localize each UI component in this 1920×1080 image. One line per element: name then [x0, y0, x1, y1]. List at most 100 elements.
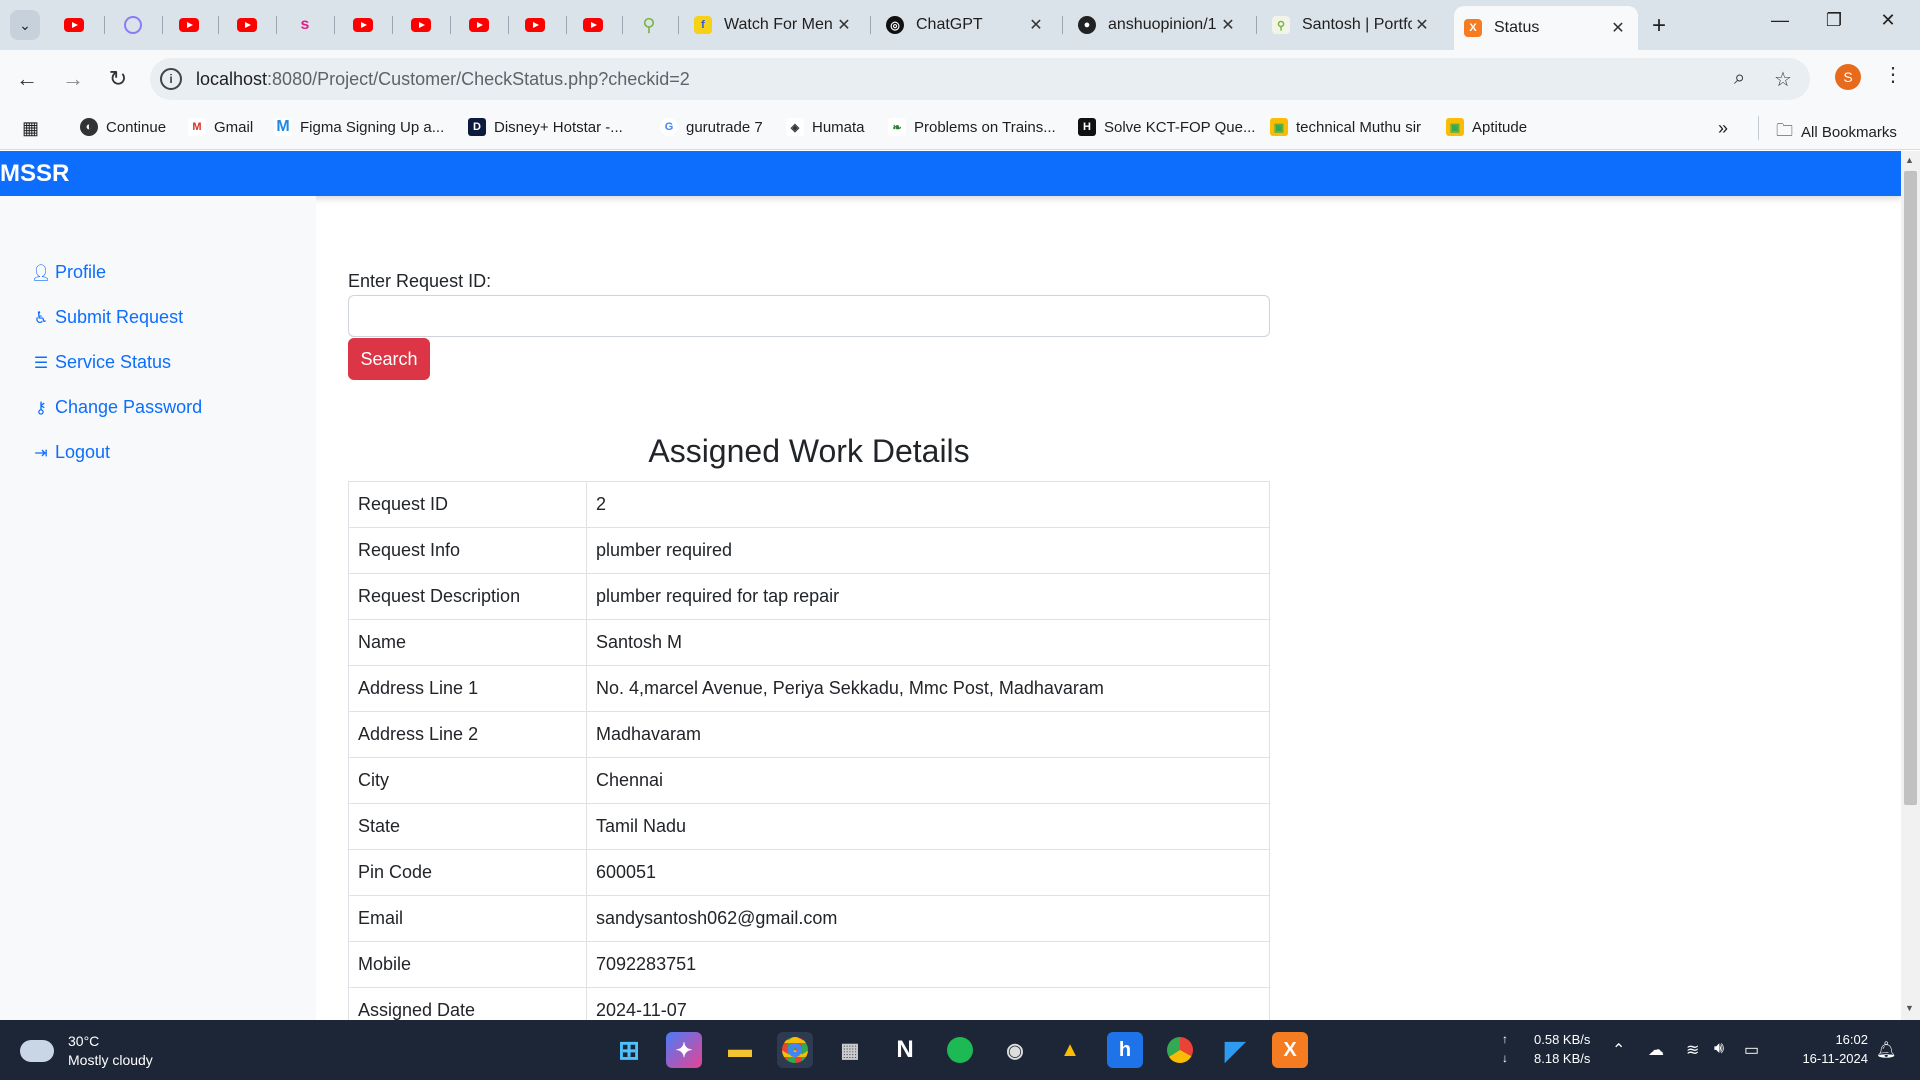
bookmark-humata[interactable]: ◈ Humata: [786, 118, 865, 136]
pinned-tab-youtube[interactable]: [352, 14, 374, 36]
h-app-icon[interactable]: h: [1107, 1032, 1143, 1068]
detail-value: Madhavaram: [586, 711, 1270, 758]
menu-kebab-icon[interactable]: ⋮: [1883, 62, 1903, 87]
bookmark-continue[interactable]: ◐ Continue: [80, 118, 166, 136]
close-tab-icon[interactable]: ✕: [1026, 15, 1046, 35]
url-host: localhost: [196, 69, 268, 89]
battery-icon[interactable]: ▭: [1744, 1040, 1759, 1060]
file-explorer-icon[interactable]: ▬: [722, 1032, 758, 1068]
user-icon: 👤︎: [31, 264, 52, 282]
bookmark-kct-fop[interactable]: H Solve KCT-FOP Que...: [1078, 118, 1255, 136]
close-tab-icon[interactable]: ✕: [1412, 15, 1432, 35]
tab-watch-for-men[interactable]: f Watch For Men ✕: [684, 8, 864, 42]
spotify-icon[interactable]: [942, 1032, 978, 1068]
sidebar-item-logout[interactable]: ⇥ Logout: [31, 442, 110, 463]
notification-bell-icon[interactable]: 🔔︎: [1876, 1040, 1896, 1060]
reload-icon[interactable]: ↻: [103, 66, 133, 92]
notion-n-icon[interactable]: N: [887, 1032, 923, 1068]
address-bar[interactable]: i localhost:8080/Project/Customer/CheckS…: [150, 58, 1810, 100]
pinned-tab-youtube[interactable]: [410, 14, 432, 36]
scrollbar-thumb[interactable]: [1904, 171, 1917, 805]
sidebar-item-service-status[interactable]: ☰ Service Status: [31, 352, 171, 373]
tab-search-chevron-icon[interactable]: ⌄: [10, 10, 40, 40]
table-row: Mobile 7092283751: [348, 941, 1270, 988]
pinned-tab-youtube[interactable]: [236, 14, 258, 36]
tab-chatgpt[interactable]: ◎ ChatGPT ✕: [876, 8, 1056, 42]
bookmark-gmail[interactable]: M Gmail: [188, 118, 253, 136]
sidebar-item-change-password[interactable]: ⚷ Change Password: [31, 397, 202, 418]
vscode-icon[interactable]: ◤: [1217, 1032, 1253, 1068]
bookmarks-divider: [1758, 116, 1759, 140]
scroll-up-arrow-icon[interactable]: ▲: [1905, 155, 1914, 165]
tab-divider: [870, 16, 871, 34]
obs-icon[interactable]: ◉: [997, 1032, 1033, 1068]
site-info-icon[interactable]: i: [160, 68, 182, 90]
detail-key: State: [348, 803, 587, 850]
all-bookmarks[interactable]: 🗀 All Bookmarks: [1776, 118, 1897, 147]
bookmark-star-icon[interactable]: ☆: [1774, 67, 1792, 92]
tab-portfolio[interactable]: ⚲ Santosh | Portfo ✕: [1262, 8, 1442, 42]
back-arrow-icon[interactable]: ←: [12, 66, 42, 92]
profile-avatar[interactable]: S: [1835, 64, 1861, 90]
tab-github[interactable]: ● anshuopinion/1 ✕: [1068, 8, 1248, 42]
bookmark-problems-trains[interactable]: ❧ Problems on Trains...: [888, 118, 1056, 136]
windows-start-icon[interactable]: ⊞: [611, 1032, 647, 1068]
pinned-tab-youtube[interactable]: [63, 14, 85, 36]
restore-icon[interactable]: ❐: [1814, 10, 1854, 31]
pinned-tab-youtube[interactable]: [468, 14, 490, 36]
bookmark-label: Gmail: [214, 118, 254, 136]
scroll-down-arrow-icon[interactable]: ▼: [1905, 1003, 1914, 1013]
request-id-input[interactable]: [348, 295, 1270, 337]
wifi-icon[interactable]: ≋: [1686, 1040, 1699, 1060]
pinned-tab-youtube[interactable]: [524, 14, 546, 36]
pinned-tab-figure[interactable]: ⚲: [638, 14, 660, 36]
clock[interactable]: 16:02 16-11-2024: [1782, 1030, 1868, 1068]
tab-divider: [508, 16, 509, 34]
more-bookmarks-chevron-icon[interactable]: »: [1718, 118, 1728, 139]
zoom-icon[interactable]: ⌕: [1734, 67, 1745, 90]
copilot-icon[interactable]: ✦: [666, 1032, 702, 1068]
pinned-tab-youtube[interactable]: [178, 14, 200, 36]
weather-widget[interactable]: 30°C Mostly cloudy: [20, 1032, 153, 1070]
folder-icon: 🗀: [1776, 121, 1793, 140]
store-icon[interactable]: ▦: [832, 1032, 868, 1068]
brand-logo[interactable]: MSSR: [0, 160, 69, 188]
url-text[interactable]: localhost:8080/Project/Customer/CheckSta…: [196, 69, 690, 90]
chatgpt-icon: ◎: [886, 16, 904, 34]
tab-strip: ⌄ s ⚲ f Watch For Men ✕ ◎ ChatGPT ✕ ● an…: [0, 0, 1920, 50]
onedrive-cloud-icon[interactable]: ☁: [1648, 1040, 1664, 1060]
bookmark-hotstar[interactable]: D Disney+ Hotstar -...: [468, 118, 623, 136]
tab-divider: [1062, 16, 1063, 34]
sidebar-item-submit-request[interactable]: ♿︎ Submit Request: [31, 307, 183, 328]
search-button[interactable]: Search: [348, 338, 430, 380]
chrome-profile-icon[interactable]: [1162, 1032, 1198, 1068]
tab-divider: [1256, 16, 1257, 34]
google-drive-icon[interactable]: ▲: [1052, 1032, 1088, 1068]
tab-divider: [104, 16, 105, 34]
new-tab-plus-icon[interactable]: +: [1652, 12, 1666, 40]
bookmark-aptitude[interactable]: ▣ Aptitude: [1446, 118, 1527, 136]
pinned-tab-openai[interactable]: [122, 14, 144, 36]
minimize-icon[interactable]: —: [1760, 10, 1800, 31]
volume-icon[interactable]: 🔊︎: [1714, 1040, 1724, 1058]
forward-arrow-icon[interactable]: →: [58, 66, 88, 92]
xampp-icon[interactable]: X: [1272, 1032, 1308, 1068]
page-scrollbar[interactable]: ▲ ▼: [1901, 151, 1920, 1020]
close-window-icon[interactable]: ✕: [1868, 10, 1908, 31]
globe-icon: ◐: [80, 118, 98, 136]
pinned-tab-s[interactable]: s: [294, 14, 316, 36]
apps-grid-icon[interactable]: ▦: [22, 118, 39, 139]
close-tab-icon[interactable]: ✕: [1608, 18, 1628, 38]
sidebar-item-profile[interactable]: 👤︎ Profile: [31, 262, 106, 283]
bookmark-figma[interactable]: M Figma Signing Up a...: [274, 118, 444, 136]
pinned-tab-youtube[interactable]: [582, 14, 604, 36]
details-table: Request ID 2 Request Info plumber required R…: [348, 481, 1270, 1020]
close-tab-icon[interactable]: ✕: [1218, 15, 1238, 35]
close-tab-icon[interactable]: ✕: [834, 15, 854, 35]
tray-chevron-up-icon[interactable]: ⌃: [1612, 1040, 1625, 1060]
chrome-icon[interactable]: [777, 1032, 813, 1068]
table-row: Pin Code 600051: [348, 849, 1270, 896]
bookmark-technical-muthu[interactable]: ▣ technical Muthu sir: [1270, 118, 1421, 136]
tab-status[interactable]: X Status ✕: [1454, 6, 1638, 50]
bookmark-gurutrade[interactable]: Ggurutrade 7: [660, 118, 763, 136]
